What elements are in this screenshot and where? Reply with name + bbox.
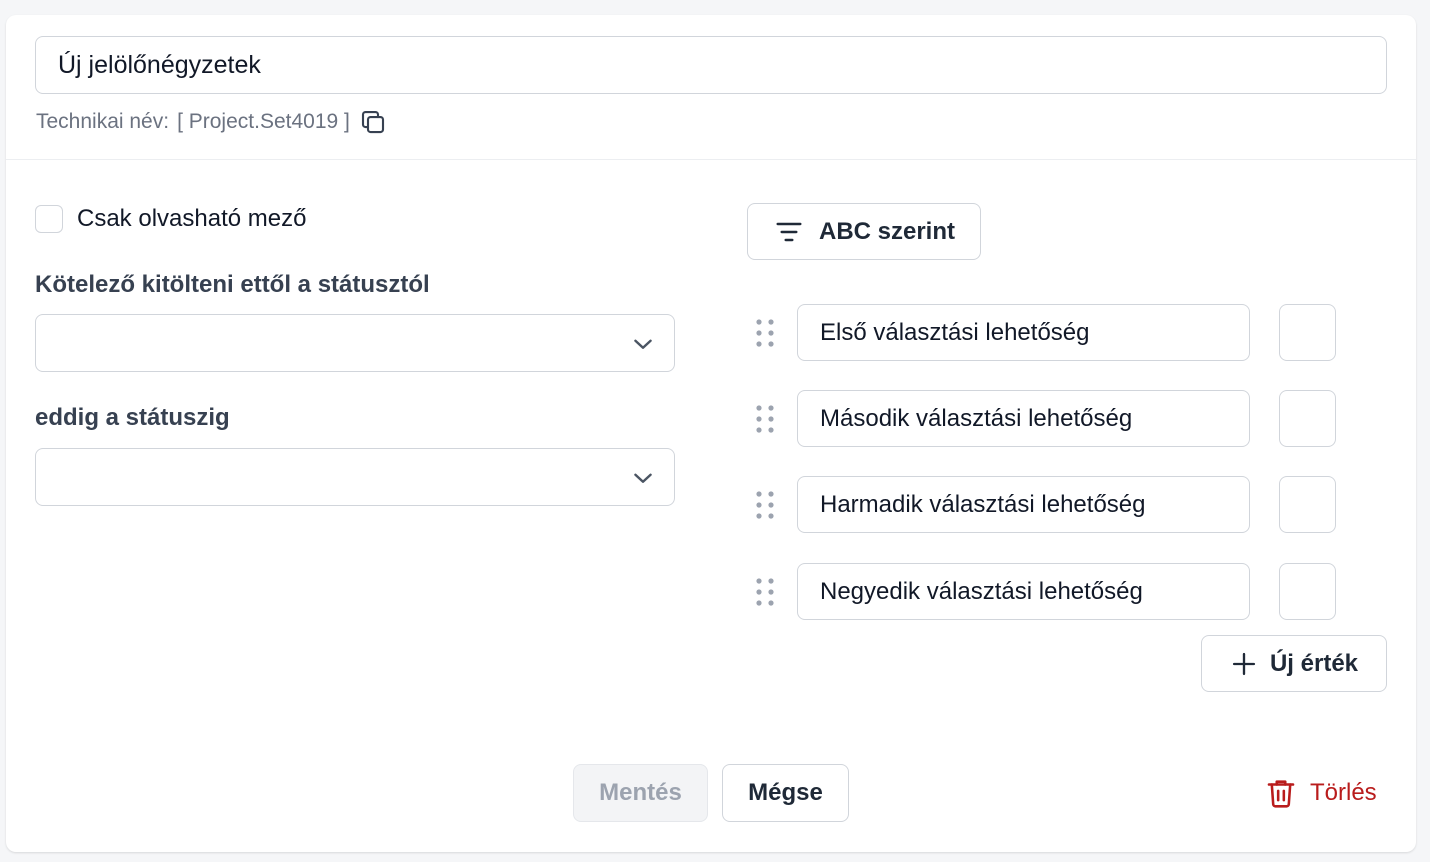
chevron-down-icon: [634, 339, 652, 349]
field-name-input[interactable]: [35, 36, 1387, 94]
required-from-select[interactable]: [35, 314, 675, 372]
readonly-option: Csak olvasható mező: [35, 205, 306, 233]
option-row: [751, 390, 1351, 448]
until-status-label: eddig a státuszig: [35, 404, 230, 431]
option-value-input[interactable]: [797, 304, 1250, 361]
option-value-input[interactable]: [797, 390, 1250, 447]
option-color-picker[interactable]: [1279, 304, 1336, 361]
technical-name-label: Technikai név:: [36, 110, 170, 133]
sort-button-label: ABC szerint: [818, 217, 956, 245]
drag-handle-icon[interactable]: [751, 488, 779, 522]
save-button[interactable]: Mentés: [573, 764, 708, 822]
technical-name-value: [ Project.Set4019 ]: [177, 110, 350, 133]
until-status-select[interactable]: [35, 448, 675, 506]
add-value-button[interactable]: Új érték: [1201, 635, 1387, 692]
option-value-input[interactable]: [797, 476, 1250, 533]
copy-icon[interactable]: [358, 107, 388, 137]
option-row: [751, 304, 1351, 362]
readonly-checkbox[interactable]: [35, 205, 63, 233]
option-value-input[interactable]: [797, 563, 1250, 620]
required-from-label: Kötelező kitölteni ettől a státusztól: [35, 271, 430, 298]
option-color-picker[interactable]: [1279, 390, 1336, 447]
cancel-label: Mégse: [748, 779, 823, 806]
option-color-picker[interactable]: [1279, 476, 1336, 533]
readonly-label: Csak olvasható mező: [77, 205, 307, 232]
option-color-picker[interactable]: [1279, 563, 1336, 620]
add-value-label: Új érték: [1269, 649, 1359, 677]
header-divider: [6, 159, 1416, 160]
delete-label: Törlés: [1310, 779, 1377, 806]
sort-alphabetical-button[interactable]: ABC szerint: [747, 203, 981, 260]
cancel-button[interactable]: Mégse: [722, 764, 849, 822]
filter-lines-icon: [776, 222, 802, 241]
save-label: Mentés: [599, 779, 682, 806]
field-editor-card: Technikai név: [ Project.Set4019 ] Csak …: [6, 15, 1416, 852]
plus-icon: [1232, 652, 1256, 675]
option-row: [751, 563, 1351, 621]
chevron-down-icon: [634, 473, 652, 483]
delete-button[interactable]: Törlés: [1264, 773, 1377, 813]
technical-name: Technikai név: [ Project.Set4019 ]: [36, 107, 388, 137]
option-row: [751, 476, 1351, 534]
drag-handle-icon[interactable]: [751, 575, 779, 609]
drag-handle-icon[interactable]: [751, 316, 779, 350]
trash-icon: [1267, 780, 1295, 808]
drag-handle-icon[interactable]: [751, 402, 779, 436]
